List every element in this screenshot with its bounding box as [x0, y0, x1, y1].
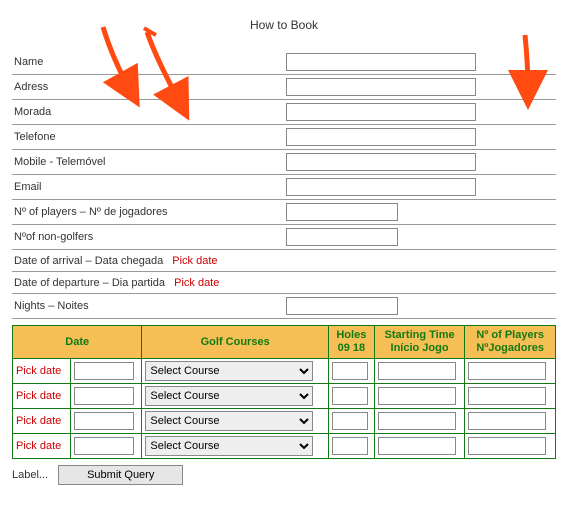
page-title: How to Book: [12, 18, 556, 32]
grid-holes-input[interactable]: [332, 437, 368, 455]
label-prefix: Label...: [12, 469, 48, 481]
num-players-input[interactable]: [286, 203, 398, 221]
adress-input[interactable]: [286, 78, 476, 96]
grid-pick-date-link[interactable]: Pick date: [13, 409, 71, 434]
grid-np-input[interactable]: [468, 362, 546, 380]
grid-row: Pick date Select Course: [13, 359, 556, 384]
name-label: Name: [12, 50, 284, 75]
morada-input[interactable]: [286, 103, 476, 121]
grid-row: Pick date Select Course: [13, 384, 556, 409]
grid-start-input[interactable]: [378, 362, 456, 380]
grid-pick-date-link[interactable]: Pick date: [13, 359, 71, 384]
col-date: Date: [13, 326, 142, 359]
email-input[interactable]: [286, 178, 476, 196]
grid-course-select[interactable]: Select Course: [145, 361, 313, 381]
grid-course-select[interactable]: Select Course: [145, 436, 313, 456]
mobile-label: Mobile - Telemóvel: [12, 150, 284, 175]
num-players-label: Nº of players – Nº de jogadores: [12, 200, 284, 225]
col-courses: Golf Courses: [142, 326, 329, 359]
golf-grid: Date Golf Courses Holes09 18 Starting Ti…: [12, 325, 556, 459]
grid-np-input[interactable]: [468, 412, 546, 430]
grid-pick-date-link[interactable]: Pick date: [13, 384, 71, 409]
grid-holes-input[interactable]: [332, 362, 368, 380]
grid-row: Pick date Select Course: [13, 409, 556, 434]
arrival-label: Date of arrival – Data chegada Pick date: [12, 250, 284, 272]
grid-np-input[interactable]: [468, 387, 546, 405]
grid-holes-input[interactable]: [332, 412, 368, 430]
grid-np-input[interactable]: [468, 437, 546, 455]
col-np: Nº of PlayersNºJogadores: [465, 326, 556, 359]
name-input[interactable]: [286, 53, 476, 71]
grid-date-input[interactable]: [74, 362, 134, 380]
grid-date-input[interactable]: [74, 412, 134, 430]
nights-input[interactable]: [286, 297, 398, 315]
telefone-input[interactable]: [286, 128, 476, 146]
non-golfers-label: Nºof non-golfers: [12, 225, 284, 250]
morada-label: Morada: [12, 100, 284, 125]
grid-start-input[interactable]: [378, 387, 456, 405]
grid-date-input[interactable]: [74, 387, 134, 405]
col-start: Starting TimeInício Jogo: [374, 326, 465, 359]
grid-row: Pick date Select Course: [13, 434, 556, 459]
grid-course-select[interactable]: Select Course: [145, 386, 313, 406]
grid-start-input[interactable]: [378, 437, 456, 455]
grid-course-select[interactable]: Select Course: [145, 411, 313, 431]
grid-pick-date-link[interactable]: Pick date: [13, 434, 71, 459]
nights-label: Nights – Noites: [12, 294, 284, 319]
telefone-label: Telefone: [12, 125, 284, 150]
non-golfers-input[interactable]: [286, 228, 398, 246]
adress-label: Adress: [12, 75, 284, 100]
col-holes: Holes09 18: [328, 326, 374, 359]
grid-start-input[interactable]: [378, 412, 456, 430]
mobile-input[interactable]: [286, 153, 476, 171]
grid-date-input[interactable]: [74, 437, 134, 455]
departure-label: Date of departure – Dia partida Pick dat…: [12, 272, 284, 294]
booking-form: Name Adress Morada Telefone Mobile - Tel…: [12, 50, 556, 319]
departure-pick-date-link[interactable]: Pick date: [174, 277, 219, 289]
arrival-pick-date-link[interactable]: Pick date: [172, 255, 217, 267]
submit-button[interactable]: Submit Query: [58, 465, 183, 485]
grid-holes-input[interactable]: [332, 387, 368, 405]
email-label: Email: [12, 175, 284, 200]
